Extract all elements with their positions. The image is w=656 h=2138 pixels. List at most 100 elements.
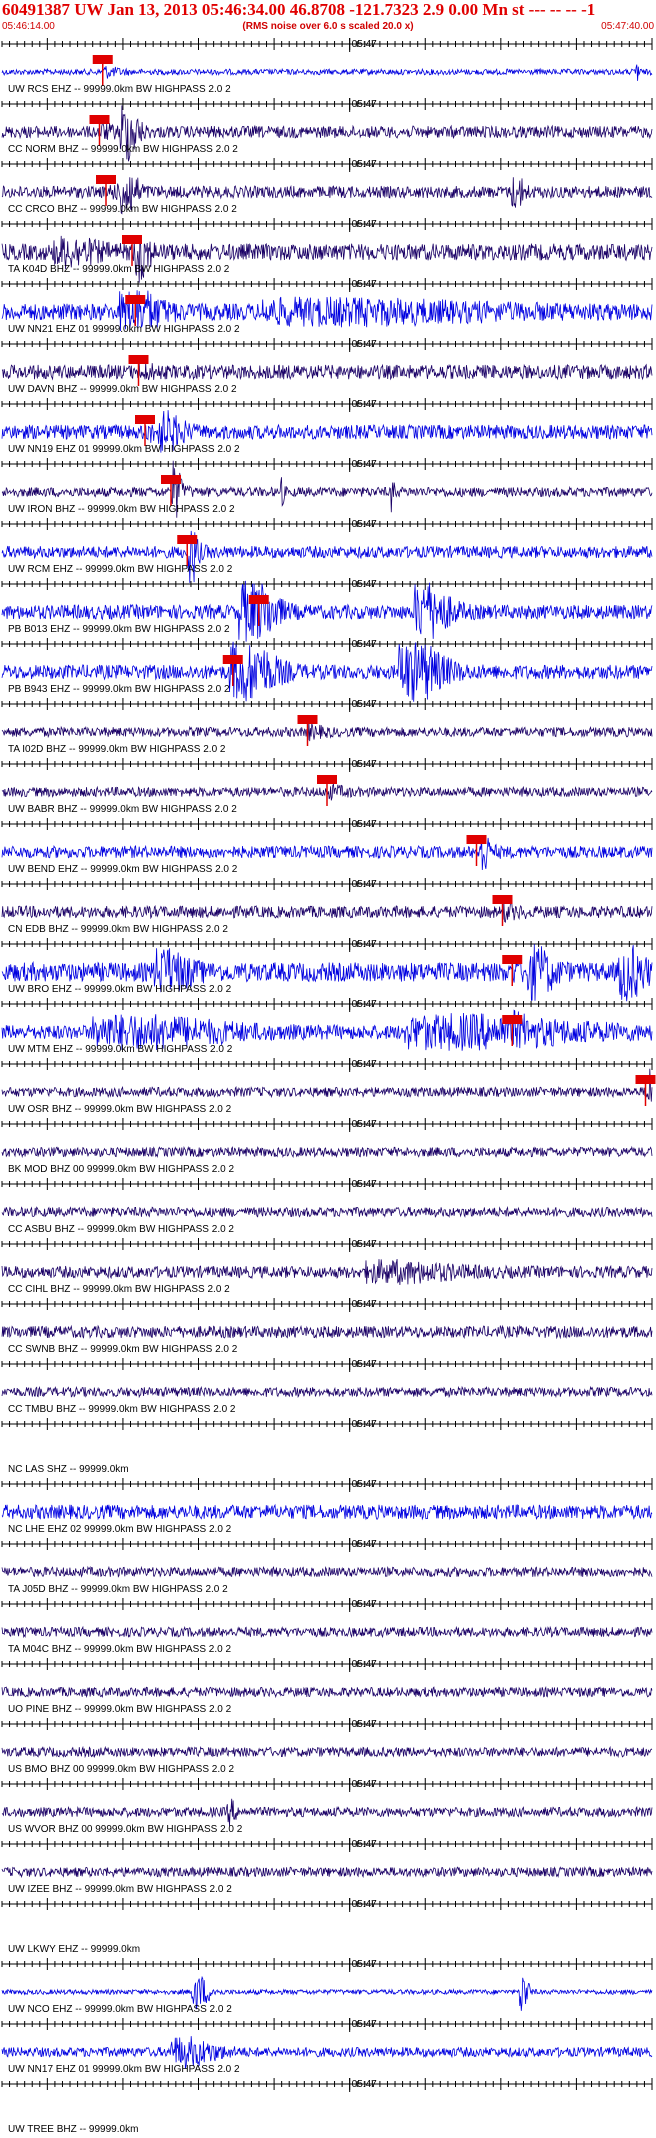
- pick-marker: [502, 955, 523, 964]
- minute-label: 05:47: [352, 1359, 377, 1370]
- minute-label: 05:47: [352, 399, 377, 410]
- pick-marker: [635, 1075, 656, 1084]
- waveform-trace: [1, 362, 653, 381]
- trace-panel: 05:47 UW DAVN BHZ -- 99999.0km BW HIGHPAS…: [1, 338, 653, 395]
- minute-label: 05:47: [352, 819, 377, 830]
- minute-label: 05:47: [352, 879, 377, 890]
- trace-panel: 05:47 UW IRON BHZ -- 99999.0km BW HIGHPAS…: [1, 458, 653, 518]
- station-label: BK MOD BHZ 00 99999.0km BW HIGHPASS 2.0 …: [8, 1164, 234, 1175]
- station-label: UW IZEE BHZ -- 99999.0km BW HIGHPASS 2.0…: [8, 1884, 232, 1895]
- station-label: PB B013 EHZ -- 99999.0km BW HIGHPASS 2.0…: [8, 624, 230, 635]
- waveform-trace: [1, 530, 653, 583]
- pick-marker: [128, 355, 149, 364]
- station-label: CN EDB BHZ -- 99999.0km BW HIGHPASS 2.0 …: [8, 924, 228, 935]
- minute-label: 05:47: [352, 99, 377, 110]
- station-label: NC LAS SHZ -- 99999.0km: [8, 1464, 129, 1475]
- minute-label: 05:47: [352, 2019, 377, 2030]
- pick-marker: [122, 235, 142, 244]
- pick-marker: [96, 175, 116, 184]
- waveform-trace: [1, 1068, 653, 1102]
- trace-panel: 05:47 BK MOD BHZ 00 99999.0km BW HIGHPASS…: [1, 1118, 653, 1175]
- trace-panel: 05:47 TA J05D BHZ -- 99999.0km BW HIGHPAS…: [1, 1538, 653, 1595]
- trace-panel: 05:47 UW NCO EHZ -- 99999.0km BW HIGHPASS…: [1, 1958, 653, 2015]
- minute-label: 05:47: [352, 1599, 377, 1610]
- waveform-trace: [1, 1865, 653, 1879]
- minute-label: 05:47: [352, 1419, 377, 1430]
- trace-panel: 05:47 UO PINE BHZ -- 99999.0km BW HIGHPAS…: [1, 1658, 653, 1715]
- minute-label: 05:47: [352, 999, 377, 1010]
- minute-label: 05:47: [352, 1479, 377, 1490]
- minute-label: 05:47: [352, 639, 377, 650]
- station-label: UW NN17 EHZ 01 99999.0km BW HIGHPASS 2.0…: [8, 2064, 240, 2075]
- minute-label: 05:47: [352, 1299, 377, 1310]
- trace-panel: 05:47 US WVOR BHZ 00 99999.0km BW HIGHPAS…: [1, 1778, 653, 1835]
- minute-label: 05:47: [352, 1959, 377, 1970]
- minute-label: 05:47: [352, 219, 377, 230]
- trace-panel: 05:47 CC CRCO BHZ -- 99999.0km BW HIGHPAS…: [1, 158, 653, 215]
- station-label: CC CRCO BHZ -- 99999.0km BW HIGHPASS 2.0…: [8, 204, 237, 215]
- waveform-trace: [1, 1625, 653, 1639]
- station-label: TA I02D BHZ -- 99999.0km BW HIGHPASS 2.0…: [8, 744, 226, 755]
- pick-marker: [92, 55, 113, 64]
- waveform-trace: [1, 902, 653, 923]
- time-end-label: 05:47:40.00: [601, 21, 654, 32]
- pick-marker: [502, 1015, 523, 1024]
- pick-marker: [125, 295, 146, 304]
- trace-panel: 05:47 NC LHE EHZ 02 99999.0km BW HIGHPASS…: [1, 1478, 653, 1535]
- waveform-trace: [1, 1745, 653, 1759]
- trace-panel: 05:47 TA M04C BHZ -- 99999.0km BW HIGHPAS…: [1, 1598, 653, 1655]
- station-label: CC CIHL BHZ -- 99999.0km BW HIGHPASS 2.0…: [8, 1284, 230, 1295]
- waveform-trace: [1, 722, 653, 742]
- station-label: CC SWNB BHZ -- 99999.0km BW HIGHPASS 2.0…: [8, 1344, 238, 1355]
- minute-label: 05:47: [352, 1059, 377, 1070]
- waveform-trace: [1, 1798, 653, 1827]
- trace-panel: 05:47 UW TREE BHZ -- 99999.0km: [1, 2078, 653, 2135]
- minute-label: 05:47: [352, 1179, 377, 1190]
- station-label: UW TREE BHZ -- 99999.0km: [8, 2124, 138, 2135]
- station-label: UW BRO EHZ -- 99999.0km BW HIGHPASS 2.0 …: [8, 984, 232, 995]
- pick-marker: [317, 775, 337, 784]
- minute-label: 05:47: [352, 279, 377, 290]
- trace-panel: 05:47 CN EDB BHZ -- 99999.0km BW HIGHPASS…: [1, 878, 653, 935]
- waveform-trace: [1, 1503, 653, 1521]
- station-label: UW IRON BHZ -- 99999.0km BW HIGHPASS 2.0…: [8, 504, 235, 515]
- trace-panel: 05:47 UW NN21 EHZ 01 99999.0km BW HIGHPAS…: [1, 278, 653, 335]
- trace-panel: 05:47 TA I02D BHZ -- 99999.0km BW HIGHPAS…: [1, 698, 653, 755]
- station-label: PB B943 EHZ -- 99999.0km BW HIGHPASS 2.0…: [8, 684, 230, 695]
- station-label: TA J05D BHZ -- 99999.0km BW HIGHPASS 2.0…: [8, 1584, 228, 1595]
- waveform-trace: [1, 1565, 653, 1578]
- trace-panel: 05:47 UW BRO EHZ -- 99999.0km BW HIGHPASS…: [1, 938, 653, 1002]
- waveform-trace: [1, 1259, 653, 1286]
- station-label: UW LKWY EHZ -- 99999.0km: [8, 1944, 140, 1955]
- trace-panel: 05:47 CC CIHL BHZ -- 99999.0km BW HIGHPAS…: [1, 1238, 653, 1295]
- station-label: UW BEND EHZ -- 99999.0km BW HIGHPASS 2.0…: [8, 864, 238, 875]
- minute-label: 05:47: [352, 939, 377, 950]
- minute-label: 05:47: [352, 159, 377, 170]
- trace-panel: 05:47 CC TMBU BHZ -- 99999.0km BW HIGHPAS…: [1, 1358, 653, 1415]
- trace-panel: 05:47 UW NN17 EHZ 01 99999.0km BW HIGHPAS…: [1, 2018, 653, 2075]
- trace-panel: 05:47 NC LAS SHZ -- 99999.0km: [1, 1418, 653, 1475]
- station-label: UW NCO EHZ -- 99999.0km BW HIGHPASS 2.0 …: [8, 2004, 232, 2015]
- minute-label: 05:47: [352, 699, 377, 710]
- waveform-trace: [1, 1145, 653, 1159]
- station-label: CC NORM BHZ -- 99999.0km BW HIGHPASS 2.0…: [8, 144, 238, 155]
- trace-panel: 05:47 UW RCM EHZ -- 99999.0km BW HIGHPASS…: [1, 518, 653, 583]
- waveform-trace: [1, 1324, 653, 1340]
- trace-panel: 05:47 TA K04D BHZ -- 99999.0km BW HIGHPAS…: [1, 218, 653, 283]
- noise-subtitle: (RMS noise over 6.0 s scaled 20.0 x): [242, 21, 414, 32]
- minute-label: 05:47: [352, 459, 377, 470]
- trace-panel: 05:47 UW OSR BHZ -- 99999.0km BW HIGHPASS…: [1, 1058, 656, 1115]
- waveform-trace: [1, 64, 653, 81]
- pick-marker: [222, 655, 243, 664]
- trace-panel: 05:47 UW NN19 EHZ 01 99999.0km BW HIGHPAS…: [1, 398, 653, 455]
- pick-marker: [466, 835, 487, 844]
- station-label: NC LHE EHZ 02 99999.0km BW HIGHPASS 2.0 …: [8, 1524, 232, 1535]
- minute-label: 05:47: [352, 1659, 377, 1670]
- minute-label: 05:47: [352, 1239, 377, 1250]
- minute-label: 05:47: [352, 1539, 377, 1550]
- station-label: TA M04C BHZ -- 99999.0km BW HIGHPASS 2.0…: [8, 1644, 231, 1655]
- station-label: US WVOR BHZ 00 99999.0km BW HIGHPASS 2.0…: [8, 1824, 243, 1835]
- minute-label: 05:47: [352, 1779, 377, 1790]
- trace-panel: 05:47 US BMO BHZ 00 99999.0km BW HIGHPASS…: [1, 1718, 653, 1775]
- trace-panel: 05:47 UW BABR BHZ -- 99999.0km BW HIGHPAS…: [1, 758, 653, 815]
